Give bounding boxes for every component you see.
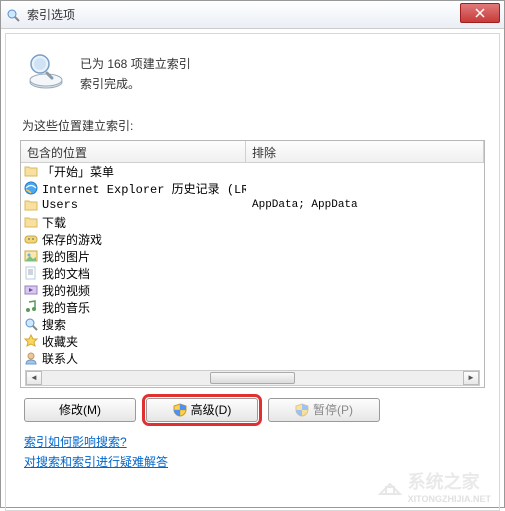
list-item[interactable]: 联系人 [21,350,484,367]
folder-icon [23,214,39,230]
scroll-thumb[interactable] [210,372,294,384]
contacts-icon [23,350,39,366]
advanced-button[interactable]: 高级(D) [146,398,258,422]
list-item[interactable]: 「开始」菜单 [21,163,484,180]
location-name: 下载 [42,214,66,231]
list-header: 包含的位置 排除 [21,141,484,163]
list-item[interactable]: 收藏夹 [21,333,484,350]
location-name: 我的文档 [42,265,90,282]
list-item[interactable]: Users AppData; AppData [21,197,484,214]
link-how-affects-search[interactable]: 索引如何影响搜索? [24,432,485,452]
close-button[interactable] [460,3,500,23]
list-body: 「开始」菜单 Internet Explorer 历史记录 (LRG... Us… [21,163,484,387]
list-item[interactable]: 保存的游戏 [21,231,484,248]
scroll-right-button[interactable]: ► [463,371,479,385]
location-name: 我的图片 [42,248,90,265]
app-icon [5,7,21,23]
index-complete-text: 索引完成。 [80,74,191,94]
favorites-icon [23,333,39,349]
folder-icon [23,163,39,179]
location-name: 我的音乐 [42,299,90,316]
horizontal-scrollbar[interactable]: ◄ ► [25,370,480,386]
watermark: 系统之家 XITONGZHIJIA.NET [376,468,491,504]
location-name: 我的视频 [42,282,90,299]
ie-icon [23,180,39,196]
locations-label: 为这些位置建立索引: [22,117,485,134]
location-name: 「开始」菜单 [42,163,114,180]
locations-list: 包含的位置 排除 「开始」菜单 Internet Explorer 历史记录 (… [20,140,485,388]
buttons-row: 修改(M) 高级(D) 暂停(P) [20,398,485,422]
status-area: 已为 168 项建立索引 索引完成。 [20,44,485,109]
shield-icon [173,403,187,417]
scroll-left-button[interactable]: ◄ [26,371,42,385]
dialog-body: 已为 168 项建立索引 索引完成。 为这些位置建立索引: 包含的位置 排除 「… [5,33,500,511]
scroll-track[interactable] [42,371,463,385]
titlebar: 索引选项 [1,1,504,29]
watermark-logo-icon [376,474,404,498]
column-excluded[interactable]: 排除 [246,141,484,162]
window-title: 索引选项 [27,6,460,23]
indexing-options-window: 索引选项 已为 168 项建立索引 索引完成。 为这些位置建立索引: 包含的位置… [0,0,505,508]
list-item[interactable]: 我的音乐 [21,299,484,316]
games-icon [23,231,39,247]
location-name: 搜索 [42,316,66,333]
pictures-icon [23,248,39,264]
column-included[interactable]: 包含的位置 [21,141,246,162]
search-icon [23,316,39,332]
magnifier-drive-icon [24,50,66,92]
location-name: 联系人 [42,350,78,367]
shield-icon [295,403,309,417]
folder-icon [23,197,39,213]
videos-icon [23,282,39,298]
list-item[interactable]: Internet Explorer 历史记录 (LRG... [21,180,484,197]
close-icon [475,8,485,18]
list-item[interactable]: 搜索 [21,316,484,333]
list-item[interactable]: 我的文档 [21,265,484,282]
documents-icon [23,265,39,281]
list-item[interactable]: 下载 [21,214,484,231]
list-item[interactable]: 我的视频 [21,282,484,299]
location-name: 收藏夹 [42,333,78,350]
location-name: Users [42,198,78,212]
indexed-count-text: 已为 168 项建立索引 [80,54,191,74]
music-icon [23,299,39,315]
location-name: 保存的游戏 [42,231,102,248]
list-item[interactable]: 我的图片 [21,248,484,265]
pause-button[interactable]: 暂停(P) [268,398,380,422]
location-name: Internet Explorer 历史记录 (LRG... [42,180,246,197]
help-links: 索引如何影响搜索? 对搜索和索引进行疑难解答 [20,432,485,473]
modify-button[interactable]: 修改(M) [24,398,136,422]
excluded-text: AppData; AppData [246,199,484,211]
status-text: 已为 168 项建立索引 索引完成。 [80,50,191,95]
